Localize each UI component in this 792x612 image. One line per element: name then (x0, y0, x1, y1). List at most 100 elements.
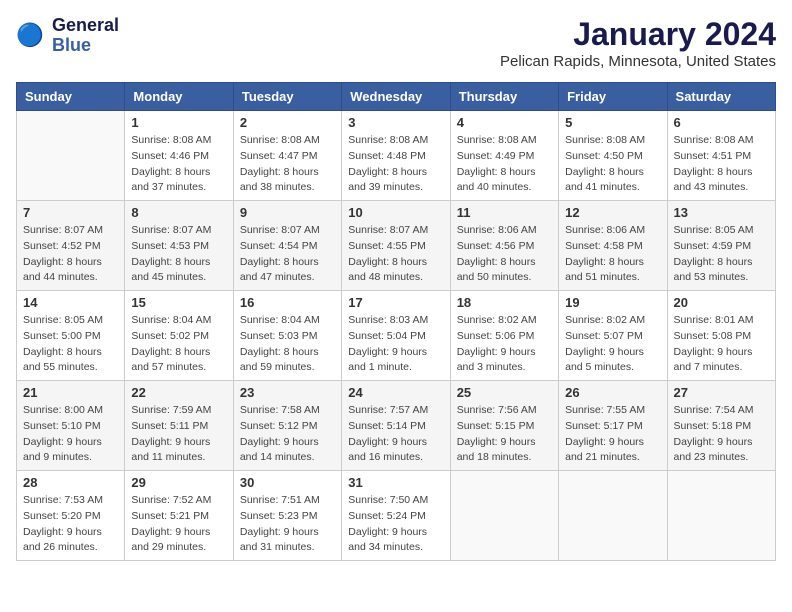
calendar-cell: 14 Sunrise: 8:05 AMSunset: 5:00 PMDayligh… (17, 291, 125, 381)
day-number: 9 (240, 205, 335, 220)
day-number: 21 (23, 385, 118, 400)
calendar-cell: 22 Sunrise: 7:59 AMSunset: 5:11 PMDayligh… (125, 381, 233, 471)
calendar-cell: 8 Sunrise: 8:07 AMSunset: 4:53 PMDaylight… (125, 201, 233, 291)
day-number: 7 (23, 205, 118, 220)
day-info: Sunrise: 8:00 AMSunset: 5:10 PMDaylight:… (23, 403, 118, 466)
day-number: 30 (240, 475, 335, 490)
calendar-table: SundayMondayTuesdayWednesdayThursdayFrid… (16, 82, 776, 561)
calendar-cell: 5 Sunrise: 8:08 AMSunset: 4:50 PMDaylight… (559, 111, 667, 201)
calendar-week-1: 1 Sunrise: 8:08 AMSunset: 4:46 PMDaylight… (17, 111, 776, 201)
weekday-header-friday: Friday (559, 83, 667, 111)
title-area: January 2024 Pelican Rapids, Minnesota, … (500, 16, 776, 70)
day-info: Sunrise: 8:02 AMSunset: 5:07 PMDaylight:… (565, 313, 660, 376)
month-title: January 2024 (500, 16, 776, 53)
calendar-body: 1 Sunrise: 8:08 AMSunset: 4:46 PMDaylight… (17, 111, 776, 561)
day-info: Sunrise: 7:57 AMSunset: 5:14 PMDaylight:… (348, 403, 443, 466)
calendar-cell: 4Sunrise: 8:08 AMSunset: 4:49 PMDaylight… (450, 111, 558, 201)
calendar-cell: 17 Sunrise: 8:03 AMSunset: 5:04 PMDayligh… (342, 291, 450, 381)
day-info: Sunrise: 8:08 AMSunset: 4:47 PMDaylight:… (240, 133, 335, 196)
calendar-cell: 28Sunrise: 7:53 AMSunset: 5:20 PMDayligh… (17, 471, 125, 561)
day-number: 11 (457, 205, 552, 220)
weekday-header-thursday: Thursday (450, 83, 558, 111)
day-number: 12 (565, 205, 660, 220)
calendar-cell: 1 Sunrise: 8:08 AMSunset: 4:46 PMDaylight… (125, 111, 233, 201)
day-info: Sunrise: 8:08 AMSunset: 4:46 PMDaylight:… (131, 133, 226, 196)
location-text: Pelican Rapids, Minnesota, United States (500, 53, 776, 70)
day-number: 4 (457, 115, 552, 130)
calendar-week-4: 21 Sunrise: 8:00 AMSunset: 5:10 PMDayligh… (17, 381, 776, 471)
day-info: Sunrise: 8:06 AMSunset: 4:58 PMDaylight:… (565, 223, 660, 286)
calendar-cell: 18 Sunrise: 8:02 AMSunset: 5:06 PMDayligh… (450, 291, 558, 381)
day-info: Sunrise: 8:08 AMSunset: 4:48 PMDaylight:… (348, 133, 443, 196)
day-info: Sunrise: 8:05 AMSunset: 5:00 PMDaylight:… (23, 313, 118, 376)
day-number: 18 (457, 295, 552, 310)
calendar-week-5: 28Sunrise: 7:53 AMSunset: 5:20 PMDayligh… (17, 471, 776, 561)
calendar-cell: 9 Sunrise: 8:07 AMSunset: 4:54 PMDaylight… (233, 201, 341, 291)
calendar-cell: 21 Sunrise: 8:00 AMSunset: 5:10 PMDayligh… (17, 381, 125, 471)
day-number: 3 (348, 115, 443, 130)
weekday-header-row: SundayMondayTuesdayWednesdayThursdayFrid… (17, 83, 776, 111)
day-number: 16 (240, 295, 335, 310)
calendar-header: SundayMondayTuesdayWednesdayThursdayFrid… (17, 83, 776, 111)
calendar-cell: 11 Sunrise: 8:06 AMSunset: 4:56 PMDayligh… (450, 201, 558, 291)
day-info: Sunrise: 8:03 AMSunset: 5:04 PMDaylight:… (348, 313, 443, 376)
logo-text: General Blue (52, 16, 119, 56)
day-info: Sunrise: 7:52 AMSunset: 5:21 PMDaylight:… (131, 493, 226, 556)
day-number: 31 (348, 475, 443, 490)
calendar-cell: 23 Sunrise: 7:58 AMSunset: 5:12 PMDayligh… (233, 381, 341, 471)
calendar-cell: 15 Sunrise: 8:04 AMSunset: 5:02 PMDayligh… (125, 291, 233, 381)
calendar-cell: 6Sunrise: 8:08 AMSunset: 4:51 PMDaylight… (667, 111, 775, 201)
svg-text:🔵: 🔵 (16, 21, 44, 47)
calendar-cell: 30 Sunrise: 7:51 AMSunset: 5:23 PMDayligh… (233, 471, 341, 561)
day-info: Sunrise: 7:51 AMSunset: 5:23 PMDaylight:… (240, 493, 335, 556)
day-info: Sunrise: 8:05 AMSunset: 4:59 PMDaylight:… (674, 223, 769, 286)
day-info: Sunrise: 7:59 AMSunset: 5:11 PMDaylight:… (131, 403, 226, 466)
day-info: Sunrise: 8:07 AMSunset: 4:54 PMDaylight:… (240, 223, 335, 286)
calendar-cell: 7 Sunrise: 8:07 AMSunset: 4:52 PMDaylight… (17, 201, 125, 291)
calendar-week-3: 14 Sunrise: 8:05 AMSunset: 5:00 PMDayligh… (17, 291, 776, 381)
day-number: 17 (348, 295, 443, 310)
calendar-cell: 3 Sunrise: 8:08 AMSunset: 4:48 PMDaylight… (342, 111, 450, 201)
logo-icon: 🔵 (16, 20, 48, 52)
calendar-week-2: 7 Sunrise: 8:07 AMSunset: 4:52 PMDaylight… (17, 201, 776, 291)
day-number: 23 (240, 385, 335, 400)
calendar-cell (559, 471, 667, 561)
day-number: 29 (131, 475, 226, 490)
calendar-cell: 27 Sunrise: 7:54 AMSunset: 5:18 PMDayligh… (667, 381, 775, 471)
day-number: 27 (674, 385, 769, 400)
weekday-header-monday: Monday (125, 83, 233, 111)
day-number: 28 (23, 475, 118, 490)
calendar-cell: 29 Sunrise: 7:52 AMSunset: 5:21 PMDayligh… (125, 471, 233, 561)
day-info: Sunrise: 8:07 AMSunset: 4:52 PMDaylight:… (23, 223, 118, 286)
calendar-cell: 16Sunrise: 8:04 AMSunset: 5:03 PMDayligh… (233, 291, 341, 381)
day-info: Sunrise: 7:58 AMSunset: 5:12 PMDaylight:… (240, 403, 335, 466)
day-info: Sunrise: 8:04 AMSunset: 5:02 PMDaylight:… (131, 313, 226, 376)
calendar-cell: 31 Sunrise: 7:50 AMSunset: 5:24 PMDayligh… (342, 471, 450, 561)
page-header: 🔵 General Blue January 2024 Pelican Rapi… (16, 16, 776, 70)
calendar-cell: 10Sunrise: 8:07 AMSunset: 4:55 PMDayligh… (342, 201, 450, 291)
day-number: 1 (131, 115, 226, 130)
day-info: Sunrise: 7:54 AMSunset: 5:18 PMDaylight:… (674, 403, 769, 466)
day-info: Sunrise: 8:07 AMSunset: 4:53 PMDaylight:… (131, 223, 226, 286)
day-number: 8 (131, 205, 226, 220)
day-number: 19 (565, 295, 660, 310)
calendar-cell: 13Sunrise: 8:05 AMSunset: 4:59 PMDayligh… (667, 201, 775, 291)
day-info: Sunrise: 7:50 AMSunset: 5:24 PMDaylight:… (348, 493, 443, 556)
day-info: Sunrise: 8:06 AMSunset: 4:56 PMDaylight:… (457, 223, 552, 286)
weekday-header-sunday: Sunday (17, 83, 125, 111)
day-number: 26 (565, 385, 660, 400)
day-number: 14 (23, 295, 118, 310)
calendar-cell: 25Sunrise: 7:56 AMSunset: 5:15 PMDayligh… (450, 381, 558, 471)
calendar-cell (17, 111, 125, 201)
day-info: Sunrise: 8:07 AMSunset: 4:55 PMDaylight:… (348, 223, 443, 286)
calendar-cell (450, 471, 558, 561)
weekday-header-wednesday: Wednesday (342, 83, 450, 111)
day-info: Sunrise: 8:02 AMSunset: 5:06 PMDaylight:… (457, 313, 552, 376)
day-number: 15 (131, 295, 226, 310)
day-number: 2 (240, 115, 335, 130)
day-number: 5 (565, 115, 660, 130)
weekday-header-saturday: Saturday (667, 83, 775, 111)
day-number: 22 (131, 385, 226, 400)
calendar-cell: 20Sunrise: 8:01 AMSunset: 5:08 PMDayligh… (667, 291, 775, 381)
day-info: Sunrise: 8:08 AMSunset: 4:50 PMDaylight:… (565, 133, 660, 196)
